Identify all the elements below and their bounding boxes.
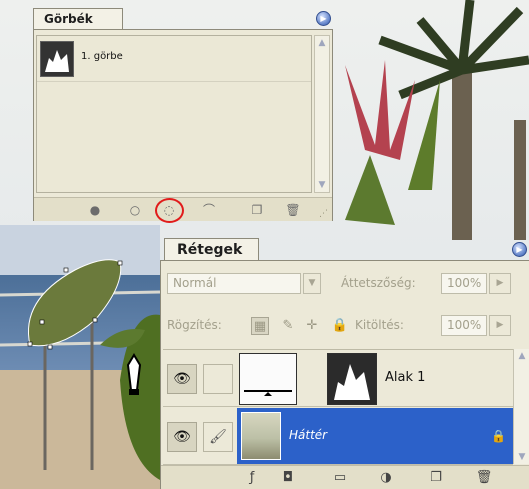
path-name: 1. görbe: [81, 51, 123, 62]
brush-icon: 🖌: [203, 422, 233, 452]
layer-thumbnail: [327, 353, 377, 405]
lock-transparency-icon[interactable]: ▦: [251, 317, 269, 335]
layer-name[interactable]: Háttér: [289, 428, 327, 442]
lock-icon: 🔒: [491, 429, 506, 443]
scroll-up-arrow-icon[interactable]: ▲: [515, 349, 529, 363]
fill-slider-arrow-icon[interactable]: ▶: [489, 315, 511, 336]
layers-menu-button[interactable]: ▶: [512, 242, 527, 257]
eye-icon[interactable]: 👁: [167, 422, 197, 452]
adjustment-layer-icon[interactable]: ◑: [377, 470, 395, 486]
lock-all-icon[interactable]: 🔒: [331, 317, 349, 335]
layer-thumbnail: [241, 412, 281, 460]
highlight-circle: [155, 198, 184, 223]
layers-toolbar: ƒ ◘ ▭ ◑ ❐ 🗑: [161, 465, 529, 489]
delete-path-icon[interactable]: 🗑: [284, 202, 302, 218]
chevron-down-icon[interactable]: ▼: [303, 273, 321, 294]
paths-list: 1. görbe: [36, 35, 312, 193]
eye-icon[interactable]: 👁: [167, 364, 197, 394]
layer-link-cell[interactable]: [203, 364, 233, 394]
paths-panel: Görbék 1. görbe ▲ ▼ ● ○ ◌ ⌒ ❐ 🗑 ⋰ ▶: [33, 3, 333, 223]
path-row[interactable]: 1. görbe: [37, 36, 311, 82]
scroll-down-arrow-icon[interactable]: ▼: [515, 450, 529, 464]
paths-tab[interactable]: Görbék: [33, 8, 123, 30]
resize-grip-icon[interactable]: ⋰: [319, 208, 331, 220]
layer-list: 👁 Alak 1 👁 🖌 Háttér 🔒: [163, 349, 513, 465]
lock-pixels-icon[interactable]: ✎: [279, 317, 297, 335]
fill-path-icon[interactable]: ●: [86, 202, 104, 218]
scroll-up-arrow-icon[interactable]: ▲: [315, 36, 329, 50]
lock-position-icon[interactable]: ✛: [303, 317, 321, 335]
opacity-input[interactable]: 100%: [441, 273, 487, 294]
fill-label: Kitöltés:: [355, 318, 404, 332]
lock-label: Rögzítés:: [167, 318, 222, 332]
triangle-right-icon: ▶: [516, 245, 523, 254]
triangle-right-icon: ▶: [320, 14, 327, 23]
path-thumbnail: [40, 41, 74, 77]
blend-mode-select[interactable]: Normál: [167, 273, 301, 294]
stroke-path-icon[interactable]: ○: [126, 202, 144, 218]
new-layer-icon[interactable]: ❐: [427, 470, 445, 486]
paths-menu-button[interactable]: ▶: [316, 11, 331, 26]
opacity-label: Áttetszőség:: [341, 276, 416, 290]
vector-mask-thumbnail: [239, 353, 297, 405]
opacity-slider-arrow-icon[interactable]: ▶: [489, 273, 511, 294]
layers-panel: Rétegek Normál ▼ Áttetszőség: 100% ▶ Rög…: [160, 232, 529, 489]
layers-scrollbar[interactable]: ▲ ▼: [513, 349, 529, 464]
paths-toolbar: ● ○ ◌ ⌒ ❐ 🗑 ⋰: [34, 197, 332, 223]
layer-row-hatter[interactable]: 👁 🖌 Háttér 🔒: [163, 408, 513, 465]
paths-scrollbar[interactable]: ▲ ▼: [314, 35, 330, 193]
layers-tab[interactable]: Rétegek: [164, 238, 259, 262]
layers-panel-body: Normál ▼ Áttetszőség: 100% ▶ Rögzítés: ▦…: [160, 260, 529, 489]
layer-name[interactable]: Alak 1: [385, 370, 425, 385]
delete-layer-icon[interactable]: 🗑: [475, 470, 493, 486]
new-group-icon[interactable]: ▭: [331, 470, 349, 486]
layer-row-alak-1[interactable]: 👁 Alak 1: [163, 350, 513, 407]
fill-input[interactable]: 100%: [441, 315, 487, 336]
scroll-down-arrow-icon[interactable]: ▼: [315, 178, 329, 192]
make-work-path-icon[interactable]: ⌒: [200, 202, 218, 218]
new-path-icon[interactable]: ❐: [248, 202, 266, 218]
layer-mask-icon[interactable]: ◘: [279, 470, 297, 486]
layer-style-icon[interactable]: ƒ: [243, 470, 261, 486]
paths-panel-body: 1. görbe ▲ ▼ ● ○ ◌ ⌒ ❐ 🗑 ⋰: [33, 29, 333, 223]
